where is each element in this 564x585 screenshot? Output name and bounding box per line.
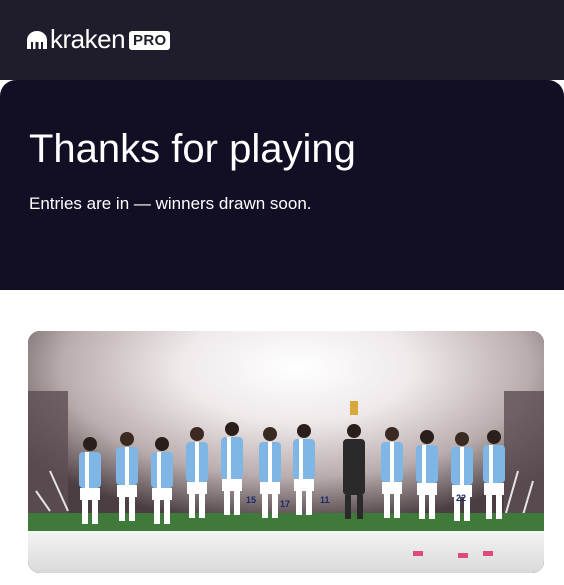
top-bar: kraken PRO	[0, 0, 564, 80]
jersey-number: 15	[246, 495, 256, 505]
hero-subtitle: Entries are in — winners drawn soon.	[29, 194, 312, 213]
kraken-logo-icon	[27, 31, 47, 49]
jersey-number: 22	[456, 493, 466, 503]
hero-banner	[0, 80, 564, 290]
hero-photo: 15 17 11 22	[28, 331, 544, 573]
hero-backdrop	[0, 70, 564, 80]
email-page: kraken PRO Thanks for playing Entries ar…	[0, 0, 564, 585]
hero-title: Thanks for playing	[29, 127, 356, 171]
jersey-number: 11	[320, 495, 330, 505]
celebration-photo-image: 15 17 11 22	[28, 331, 544, 573]
brand-wordmark: kraken	[50, 23, 126, 54]
brand-logo[interactable]: kraken PRO	[26, 23, 171, 54]
jersey-number: 17	[280, 499, 290, 509]
brand-pro-badge: PRO	[129, 30, 171, 50]
